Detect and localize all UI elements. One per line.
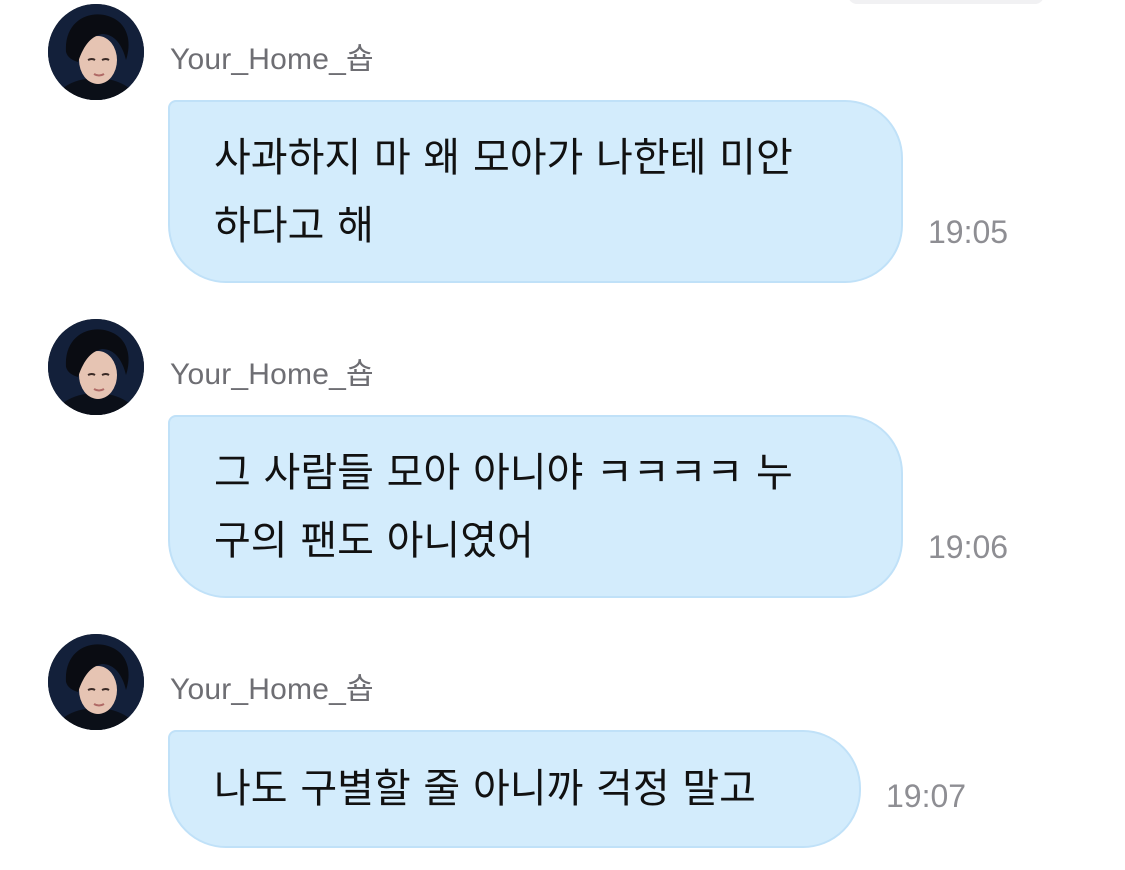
message-timestamp: 19:06 [928,529,1009,565]
message-bubble[interactable]: 그 사람들 모아 아니야 ㅋㅋㅋㅋ 누 구의 팬도 아니였어 [168,415,903,598]
message-timestamp: 19:05 [928,214,1009,250]
avatar[interactable] [48,634,144,730]
message-text-line: 사과하지 마 왜 모아가 나한테 미안 [214,134,793,181]
previous-message-bubble-edge [848,0,1044,4]
sender-name: Your_Home_숍 [170,358,374,391]
message-bubble[interactable]: 나도 구별할 줄 아니까 걱정 말고 [168,730,861,848]
avatar[interactable] [48,319,144,415]
avatar-photo-icon [48,634,144,730]
sender-name: Your_Home_숍 [170,673,374,706]
message-text-line: 하다고 해 [214,202,374,249]
avatar-photo-icon [48,4,144,100]
avatar[interactable] [48,4,144,100]
message-bubble[interactable]: 사과하지 마 왜 모아가 나한테 미안 하다고 해 [168,100,903,283]
avatar-photo-icon [48,319,144,415]
message-text-line: 그 사람들 모아 아니야 ㅋㅋㅋㅋ 누 [214,449,793,496]
message-text-line: 나도 구별할 줄 아니까 걱정 말고 [214,766,756,812]
sender-name: Your_Home_숍 [170,43,374,76]
message-text-line: 구의 팬도 아니였어 [214,517,534,564]
message-timestamp: 19:07 [886,778,967,814]
